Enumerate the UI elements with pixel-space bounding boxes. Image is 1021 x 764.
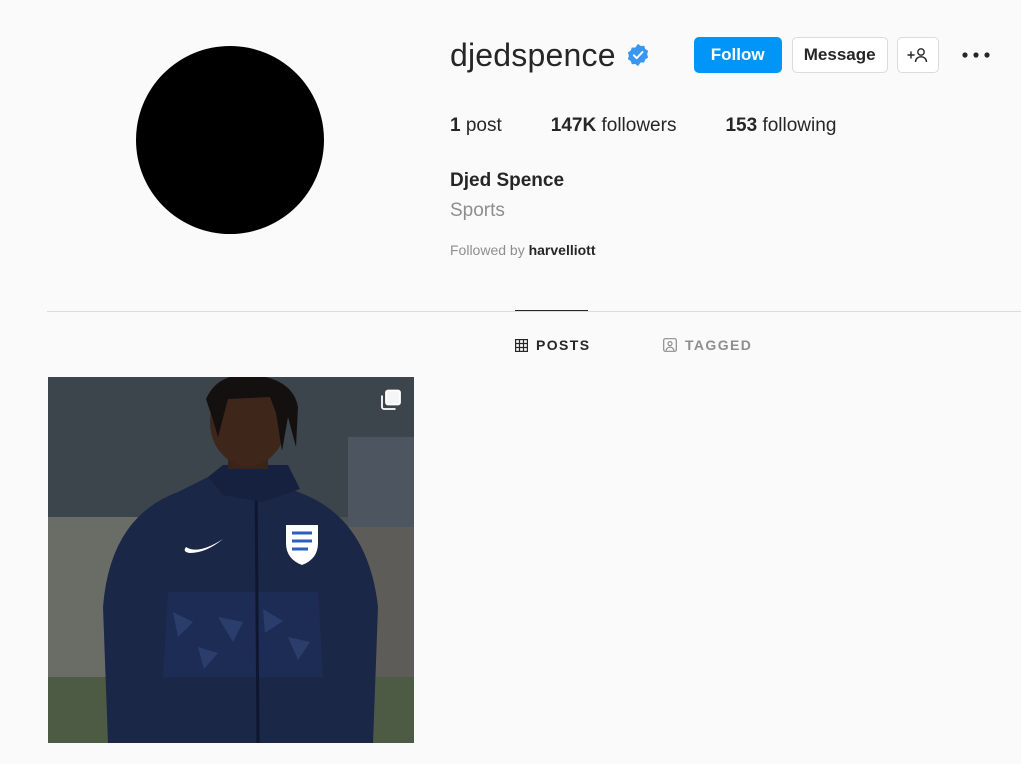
more-options-button[interactable] xyxy=(961,37,991,73)
username: djedspence xyxy=(450,37,616,73)
profile-header: djedspence Follow Message xyxy=(450,36,991,74)
tab-tagged-label: TAGGED xyxy=(685,337,753,353)
following-count: 153 xyxy=(725,115,758,136)
profile-page: djedspence Follow Message 1 post 147K fo… xyxy=(0,0,1021,764)
following-stat[interactable]: 153 following xyxy=(725,114,836,138)
category-label: Sports xyxy=(450,200,505,221)
more-horizontal-icon xyxy=(962,52,990,58)
followers-label: followers xyxy=(601,115,677,136)
followed-by-prefix: Followed by xyxy=(450,242,529,258)
followed-by[interactable]: Followed by harvelliott xyxy=(450,242,596,258)
tab-tagged[interactable]: TAGGED xyxy=(663,337,752,353)
posts-label: post xyxy=(465,115,502,136)
active-tab-indicator xyxy=(515,310,588,311)
profile-stats: 1 post 147K followers 153 following xyxy=(450,114,885,138)
profile-divider xyxy=(47,311,1021,312)
verified-badge-icon xyxy=(626,43,650,67)
posts-count: 1 xyxy=(450,115,461,136)
tagged-icon xyxy=(663,338,677,352)
grid-icon xyxy=(515,338,528,352)
following-label: following xyxy=(762,115,837,136)
suggested-accounts-button[interactable] xyxy=(896,37,939,73)
follow-button[interactable]: Follow xyxy=(693,37,782,73)
full-name: Djed Spence xyxy=(450,170,565,191)
multiple-images-icon xyxy=(380,389,402,416)
add-person-icon xyxy=(906,47,929,63)
message-button[interactable]: Message xyxy=(791,37,888,73)
post-thumbnail[interactable] xyxy=(48,377,414,743)
followed-by-user[interactable]: harvelliott xyxy=(529,242,596,258)
tab-posts[interactable]: POSTS xyxy=(515,337,590,353)
followers-count: 147K xyxy=(550,115,597,136)
tab-posts-label: POSTS xyxy=(536,337,591,353)
profile-avatar[interactable] xyxy=(136,46,324,234)
followers-stat[interactable]: 147K followers xyxy=(551,114,677,138)
posts-count-stat: 1 post xyxy=(450,114,502,138)
post-image xyxy=(48,377,414,743)
